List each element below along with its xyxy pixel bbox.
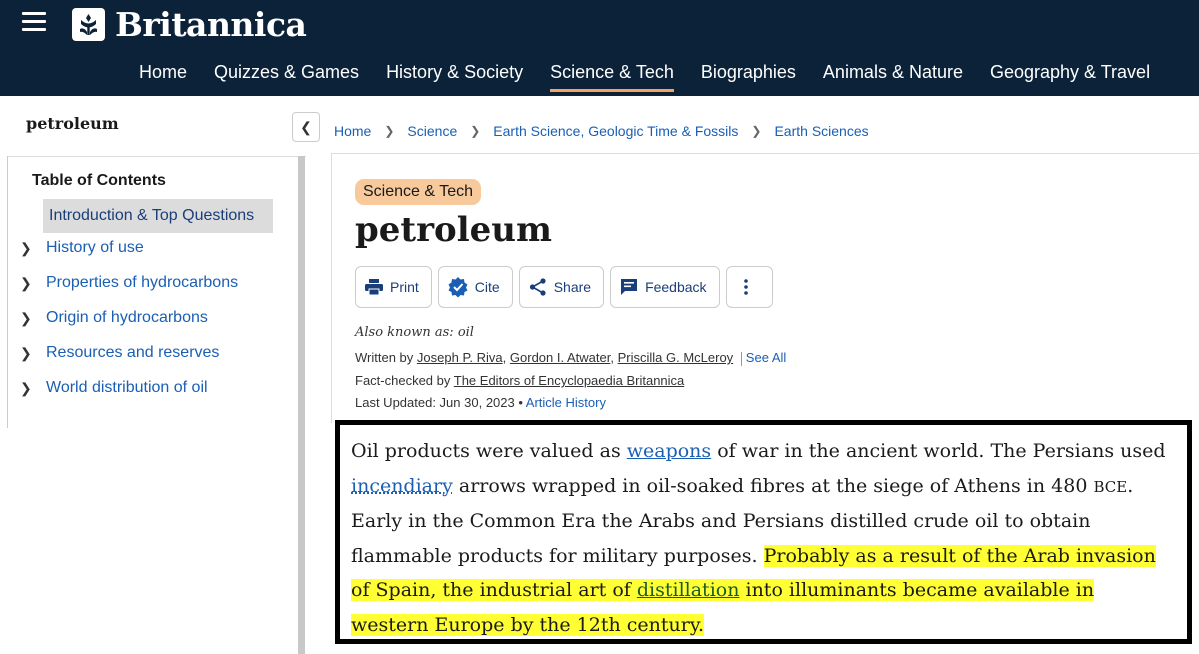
excerpt-text: Oil products were valued as — [351, 440, 627, 462]
main-nav: Home Quizzes & Games History & Society S… — [139, 62, 1177, 92]
weapons-link[interactable]: weapons — [627, 440, 711, 462]
nav-geography-travel[interactable]: Geography & Travel — [990, 62, 1150, 83]
nav-science-tech[interactable]: Science & Tech — [550, 62, 674, 92]
toc-item-label: Properties of hydrocarbons — [46, 274, 239, 291]
sidebar-title: petroleum — [26, 114, 119, 133]
chevron-left-icon: ❮ — [300, 118, 312, 135]
author-link[interactable]: Gordon I. Atwater — [510, 350, 610, 365]
breadcrumb-science[interactable]: Science — [407, 123, 457, 139]
feedback-icon — [621, 279, 638, 295]
feedback-button[interactable]: Feedback — [610, 266, 720, 308]
breadcrumb-earth-sciences[interactable]: Earth Sciences — [774, 123, 868, 139]
site-header: Britannica Home Quizzes & Games History … — [0, 0, 1199, 96]
toc-item-world-distribution[interactable]: ❯ World distribution of oil — [20, 379, 238, 414]
chevron-right-icon: ❯ — [384, 124, 395, 138]
last-updated: Last Updated: Jun 30, 2023 • Article His… — [355, 395, 606, 410]
cite-button[interactable]: Cite — [437, 266, 513, 308]
sidebar-border — [7, 156, 8, 428]
excerpt-text: of war in the ancient world. The Persian… — [711, 440, 1166, 462]
toc-item-origin[interactable]: ❯ Origin of hydrocarbons — [20, 309, 238, 344]
toc-item-label: Resources and reserves — [46, 344, 220, 361]
collapse-sidebar-button[interactable]: ❮ — [292, 112, 320, 142]
nav-history-society[interactable]: History & Society — [386, 62, 523, 83]
logo-text: Britannica — [115, 4, 307, 44]
fact-checked-by: Fact-checked by The Editors of Encyclopa… — [355, 373, 684, 388]
nav-home[interactable]: Home — [139, 62, 187, 83]
toc-item-label: World distribution of oil — [46, 379, 208, 396]
toc-item-resources[interactable]: ❯ Resources and reserves — [20, 344, 238, 379]
fact-checked-label: Fact-checked by — [355, 373, 451, 388]
written-by-label: Written by — [355, 350, 414, 365]
excerpt-text: arrows wrapped in oil-soaked fibres at t… — [452, 474, 1094, 497]
breadcrumb-earth-science[interactable]: Earth Science, Geologic Time & Fossils — [493, 123, 738, 139]
last-updated-text: Last Updated: Jun 30, 2023 — [355, 395, 515, 410]
distillation-link[interactable]: distillation — [637, 579, 740, 601]
more-vertical-icon — [744, 279, 748, 295]
share-button[interactable]: Share — [518, 266, 605, 308]
divider — [740, 351, 742, 366]
article-actions: Print Cite Share Feedback — [355, 266, 779, 308]
chevron-right-icon: ❯ — [470, 124, 481, 138]
share-icon — [529, 278, 546, 296]
also-known-as: Also known as: oil — [355, 325, 474, 340]
toc-heading: Table of Contents — [32, 172, 166, 189]
nav-animals-nature[interactable]: Animals & Nature — [823, 62, 963, 83]
cite-label: Cite — [474, 279, 500, 295]
bce-abbrev: BCE — [1093, 477, 1128, 496]
thistle-logo-icon — [72, 7, 105, 41]
highlighted-excerpt: Oil products were valued as weapons of w… — [335, 420, 1192, 644]
author-link[interactable]: Priscilla G. McLeroy — [618, 350, 734, 365]
nav-biographies[interactable]: Biographies — [701, 62, 796, 83]
toc-item-introduction[interactable]: Introduction & Top Questions — [43, 199, 273, 233]
share-label: Share — [553, 279, 592, 295]
toc-item-properties[interactable]: ❯ Properties of hydrocarbons — [20, 274, 238, 309]
breadcrumb-home[interactable]: Home — [334, 123, 371, 139]
article-history-link[interactable]: Article History — [526, 395, 606, 410]
page-title: petroleum — [355, 210, 552, 250]
see-all-link[interactable]: See All — [746, 350, 786, 365]
chevron-right-icon[interactable]: ❯ — [20, 274, 46, 292]
chevron-right-icon: ❯ — [751, 124, 762, 138]
chevron-right-icon[interactable]: ❯ — [20, 309, 46, 327]
sidebar-divider — [8, 156, 306, 157]
written-by: Written by Joseph P. Riva, Gordon I. Atw… — [355, 350, 787, 366]
chevron-right-icon[interactable]: ❯ — [20, 344, 46, 362]
toc-item-label: History of use — [46, 239, 144, 256]
incendiary-link[interactable]: incendiary — [351, 475, 453, 497]
category-badge[interactable]: Science & Tech — [355, 179, 481, 205]
chevron-right-icon[interactable]: ❯ — [20, 239, 46, 257]
content-border — [331, 153, 332, 423]
toc-item-history-of-use[interactable]: ❯ History of use — [20, 239, 238, 274]
printer-icon — [365, 279, 383, 296]
verified-badge-icon — [448, 277, 468, 298]
chevron-right-icon[interactable]: ❯ — [20, 379, 46, 397]
breadcrumb: Home ❯ Science ❯ Earth Science, Geologic… — [331, 111, 1199, 154]
author-link[interactable]: Joseph P. Riva — [417, 350, 503, 365]
sidebar-scrollbar[interactable] — [298, 156, 305, 654]
print-button[interactable]: Print — [355, 266, 432, 308]
toc-sidebar: petroleum ❮ Table of Contents Introducti… — [0, 96, 320, 654]
print-label: Print — [390, 279, 419, 295]
more-options-button[interactable] — [725, 266, 773, 308]
feedback-label: Feedback — [645, 279, 707, 295]
britannica-logo[interactable]: Britannica — [72, 4, 307, 44]
nav-quizzes-games[interactable]: Quizzes & Games — [214, 62, 359, 83]
menu-icon[interactable] — [22, 12, 46, 32]
toc-list: ❯ History of use ❯ Properties of hydrocarb… — [20, 239, 238, 414]
toc-item-label: Origin of hydrocarbons — [46, 309, 208, 326]
fact-checker-link[interactable]: The Editors of Encyclopaedia Britannica — [454, 373, 685, 388]
